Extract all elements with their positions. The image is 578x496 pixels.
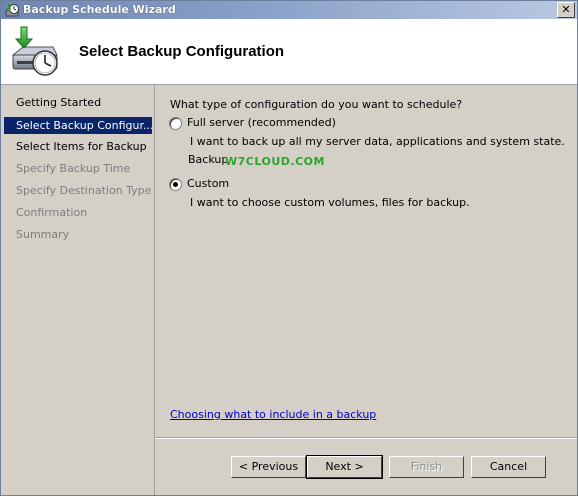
title-bar[interactable]: Backup Schedule Wizard ✕ bbox=[1, 1, 577, 19]
wizard-steps-nav: Getting Started Select Backup Configur..… bbox=[1, 85, 155, 495]
step-getting-started[interactable]: Getting Started bbox=[4, 94, 152, 111]
configuration-question: What type of configuration do you want t… bbox=[170, 98, 463, 111]
full-server-backup-size-label: Backup bbox=[188, 153, 229, 166]
help-link[interactable]: Choosing what to include in a backup bbox=[170, 408, 376, 421]
window-title: Backup Schedule Wizard bbox=[23, 3, 176, 16]
custom-radio[interactable] bbox=[169, 178, 182, 191]
step-summary: Summary bbox=[16, 228, 70, 241]
finish-button: Finish bbox=[389, 456, 464, 478]
step-specify-backup-time: Specify Backup Time bbox=[16, 162, 131, 175]
step-select-items-for-backup[interactable]: Select Items for Backup bbox=[4, 138, 152, 155]
step-confirmation: Confirmation bbox=[16, 206, 88, 219]
full-server-radio[interactable] bbox=[169, 117, 182, 130]
wizard-content: What type of configuration do you want t… bbox=[155, 85, 577, 495]
next-button[interactable]: Next > bbox=[306, 455, 383, 479]
full-server-label[interactable]: Full server (recommended) bbox=[187, 116, 336, 129]
wizard-window: Backup Schedule Wizard ✕ Select Backup C… bbox=[0, 0, 578, 496]
backup-schedule-icon bbox=[11, 26, 58, 76]
cancel-button[interactable]: Cancel bbox=[471, 456, 546, 478]
step-select-backup-configuration[interactable]: Select Backup Configur... bbox=[4, 117, 152, 134]
close-button[interactable]: ✕ bbox=[557, 2, 575, 18]
custom-description: I want to choose custom volumes, files f… bbox=[190, 196, 470, 209]
close-icon: ✕ bbox=[561, 3, 571, 16]
button-separator bbox=[155, 437, 577, 439]
radio-selected-dot bbox=[173, 182, 178, 187]
watermark-text: W7CLOUD.COM bbox=[225, 155, 325, 168]
custom-label[interactable]: Custom bbox=[187, 177, 229, 190]
previous-button[interactable]: < Previous bbox=[231, 456, 306, 478]
page-title: Select Backup Configuration bbox=[79, 43, 285, 60]
wizard-header: Select Backup Configuration bbox=[1, 19, 577, 85]
step-specify-destination-type: Specify Destination Type bbox=[16, 184, 152, 197]
full-server-description: I want to back up all my server data, ap… bbox=[190, 135, 565, 148]
wizard-app-icon bbox=[5, 4, 19, 17]
